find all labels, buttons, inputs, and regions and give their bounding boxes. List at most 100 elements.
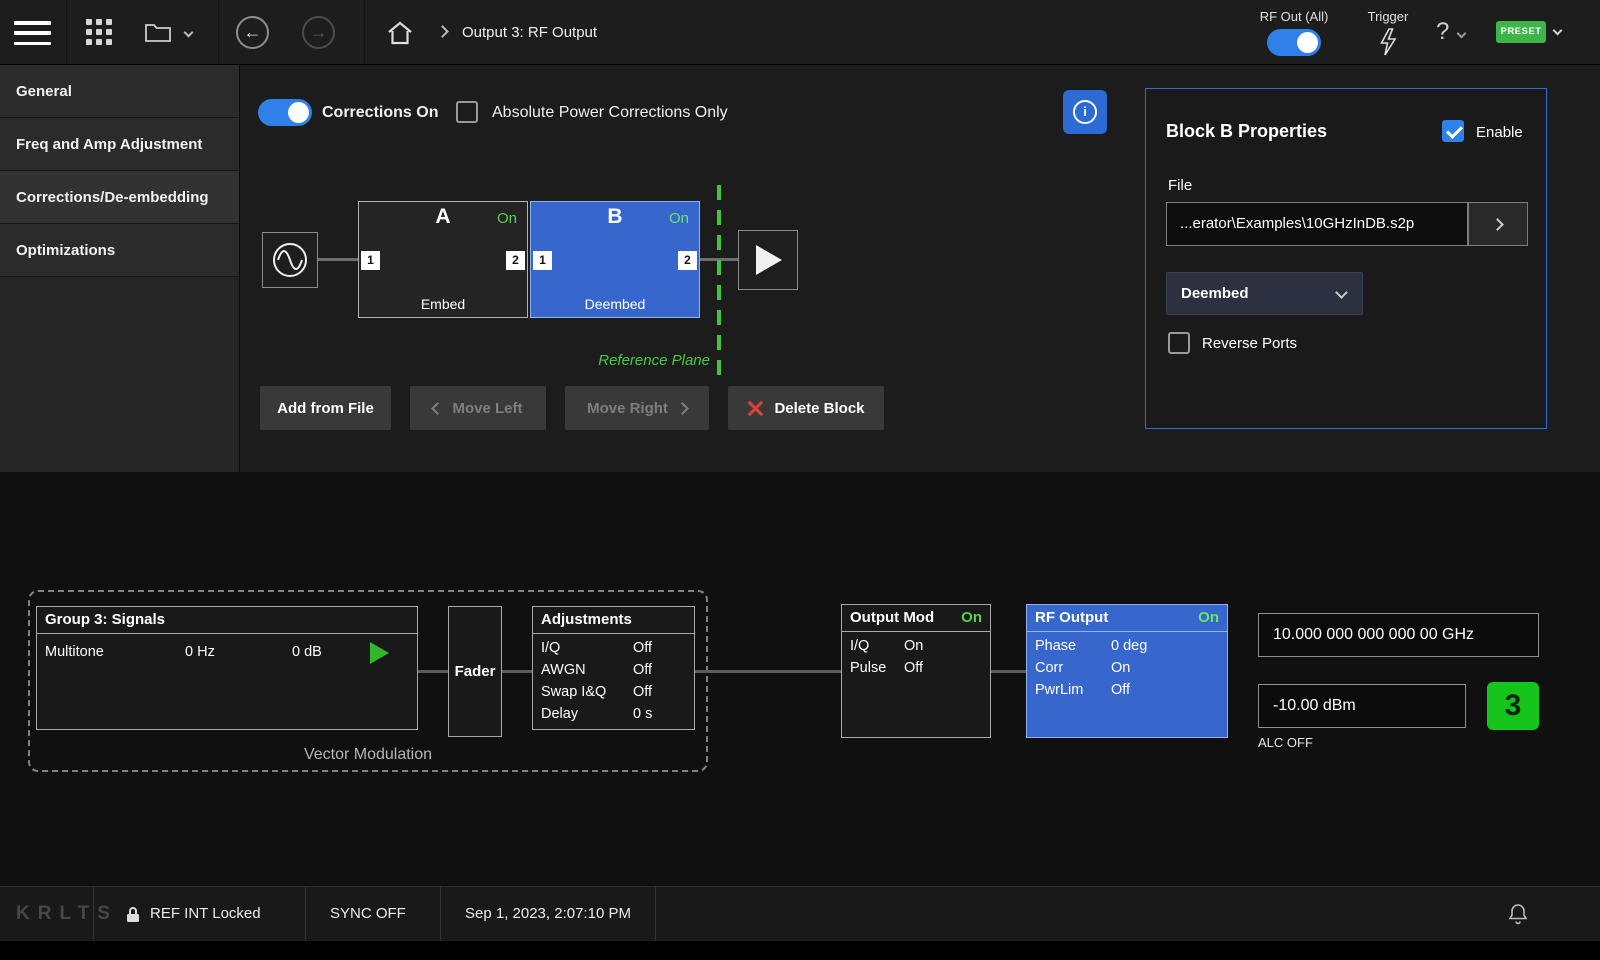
move-right-button[interactable]: Move Right — [565, 386, 709, 430]
block-title: Adjustments — [541, 607, 632, 632]
setting-name: Pulse — [850, 660, 886, 676]
sidebar-item-optimizations[interactable]: Optimizations — [0, 224, 239, 277]
block-status: On — [669, 210, 689, 227]
block-b-properties-panel: Block B Properties Enable File ...erator… — [1145, 88, 1547, 429]
top-toolbar: ← → Output 3: RF Output RF Out (All) Tri… — [0, 0, 1600, 65]
delete-block-button[interactable]: Delete Block — [728, 386, 884, 430]
absolute-power-checkbox[interactable] — [456, 101, 478, 123]
help-button[interactable]: ? — [1432, 0, 1478, 65]
amplifier-block — [738, 230, 798, 290]
home-icon[interactable] — [386, 20, 414, 51]
setting-value: 0 s — [633, 706, 652, 722]
question-mark-icon: ? — [1436, 0, 1449, 63]
correction-block-a[interactable]: A On 1 2 Embed — [358, 201, 528, 318]
chevron-right-icon — [1491, 218, 1504, 231]
mode-dropdown[interactable]: Deembed — [1166, 272, 1363, 315]
play-icon[interactable] — [370, 642, 389, 664]
signal-frequency: 0 Hz — [185, 644, 215, 660]
amplitude-field[interactable]: -10.00 dBm — [1258, 684, 1466, 728]
statusbar-separator — [93, 887, 94, 941]
setting-value: Off — [904, 660, 923, 676]
hamburger-menu-icon[interactable] — [14, 21, 52, 45]
block-title: Group 3: Signals — [45, 607, 165, 632]
folder-icon — [144, 21, 172, 43]
port-2: 2 — [678, 251, 697, 270]
setting-name: I/Q — [850, 638, 869, 654]
trigger-control: Trigger — [1358, 0, 1418, 65]
setting-name: Delay — [541, 706, 578, 722]
folder-open-icon[interactable] — [144, 21, 192, 45]
button-label: Add from File — [277, 400, 374, 417]
setting-row: Swap I&Q Off — [533, 684, 694, 706]
apps-grid-icon[interactable] — [86, 19, 113, 46]
fader-block[interactable]: Fader — [448, 606, 502, 737]
notifications-bell-icon[interactable] — [1508, 903, 1528, 926]
block-status: On — [961, 605, 982, 630]
add-from-file-button[interactable]: Add from File — [260, 386, 391, 430]
chevron-down-icon — [1335, 286, 1348, 299]
toggle-knob — [288, 102, 309, 123]
setting-value: Off — [633, 662, 652, 678]
setting-value: On — [904, 638, 923, 654]
toolbar-separator — [364, 0, 365, 64]
correction-block-b[interactable]: B On 1 2 Deembed — [530, 201, 700, 318]
move-left-button[interactable]: Move Left — [410, 386, 546, 430]
sidebar-item-freq-amp-adjustment[interactable]: Freq and Amp Adjustment — [0, 118, 239, 171]
file-path-field[interactable]: ...erator\Examples\10GHzInDB.s2p — [1166, 202, 1468, 246]
setting-value: On — [1111, 660, 1130, 676]
trigger-label: Trigger — [1358, 9, 1418, 24]
back-button[interactable]: ← — [236, 16, 269, 49]
block-title: RF Output — [1035, 605, 1108, 630]
sidebar-item-general[interactable]: General — [0, 65, 239, 118]
signal-chain-area: Vector Modulation Group 3: Signals Multi… — [0, 472, 1600, 886]
setting-name: Corr — [1035, 660, 1063, 676]
reference-status[interactable]: REF INT Locked — [150, 887, 261, 941]
lock-icon — [126, 906, 140, 924]
block-status: On — [497, 210, 517, 227]
output-mod-block[interactable]: Output Mod On I/Q On Pulse Off — [841, 604, 991, 738]
corrections-page: Corrections On Absolute Power Correction… — [240, 65, 1600, 472]
rf-output-block[interactable]: RF Output On Phase 0 deg Corr On PwrLim … — [1026, 604, 1228, 738]
brand-logo: KRLTS — [16, 887, 118, 941]
setting-row: I/Q On — [842, 638, 990, 660]
signal-level: 0 dB — [292, 644, 322, 660]
signal-row: Multitone 0 Hz 0 dB — [37, 644, 417, 666]
amplifier-icon — [756, 245, 782, 275]
corrections-toggle-label: Corrections On — [322, 104, 438, 122]
adjustments-block[interactable]: Adjustments I/Q Off AWGN Off Swap I&Q Of… — [532, 606, 695, 730]
source-block — [262, 232, 318, 288]
preset-button[interactable]: PRESET — [1496, 21, 1546, 43]
corrections-toggle[interactable] — [258, 99, 312, 126]
signal-name: Multitone — [45, 644, 104, 660]
channel-number-badge: 3 — [1487, 682, 1539, 730]
setting-name: PwrLim — [1035, 682, 1083, 698]
alc-status-label: ALC OFF — [1258, 735, 1313, 750]
file-label: File — [1168, 177, 1192, 194]
sync-status[interactable]: SYNC OFF — [330, 887, 406, 941]
settings-sidebar: General Freq and Amp Adjustment Correcti… — [0, 65, 240, 472]
absolute-power-label: Absolute Power Corrections Only — [492, 104, 728, 122]
sine-wave-icon — [269, 239, 311, 281]
preset-chevron-icon[interactable] — [1553, 26, 1563, 36]
block-mode-label: Deembed — [531, 296, 699, 312]
setting-row: Corr On — [1027, 660, 1227, 682]
connector-line — [418, 670, 448, 673]
fader-label: Fader — [455, 663, 496, 680]
connector-line — [502, 670, 532, 673]
rf-out-control: RF Out (All) — [1248, 0, 1340, 65]
enable-checkbox[interactable] — [1442, 120, 1464, 142]
lightning-bolt-icon[interactable] — [1378, 27, 1398, 57]
chevron-left-icon — [432, 402, 445, 415]
setting-value: 0 deg — [1111, 638, 1147, 654]
file-browse-button[interactable] — [1468, 202, 1528, 246]
sidebar-item-corrections-deembedding[interactable]: Corrections/De-embedding — [0, 171, 239, 224]
rf-out-toggle[interactable] — [1267, 29, 1321, 56]
group-signals-block[interactable]: Group 3: Signals Multitone 0 Hz 0 dB — [36, 606, 418, 730]
frequency-field[interactable]: 10.000 000 000 000 00 GHz — [1258, 613, 1539, 657]
reverse-ports-checkbox[interactable] — [1168, 332, 1190, 354]
forward-button[interactable]: → — [302, 16, 335, 49]
info-button[interactable]: i — [1063, 90, 1107, 134]
setting-row: PwrLim Off — [1027, 682, 1227, 704]
setting-value: Off — [633, 640, 652, 656]
port-1: 1 — [533, 251, 552, 270]
